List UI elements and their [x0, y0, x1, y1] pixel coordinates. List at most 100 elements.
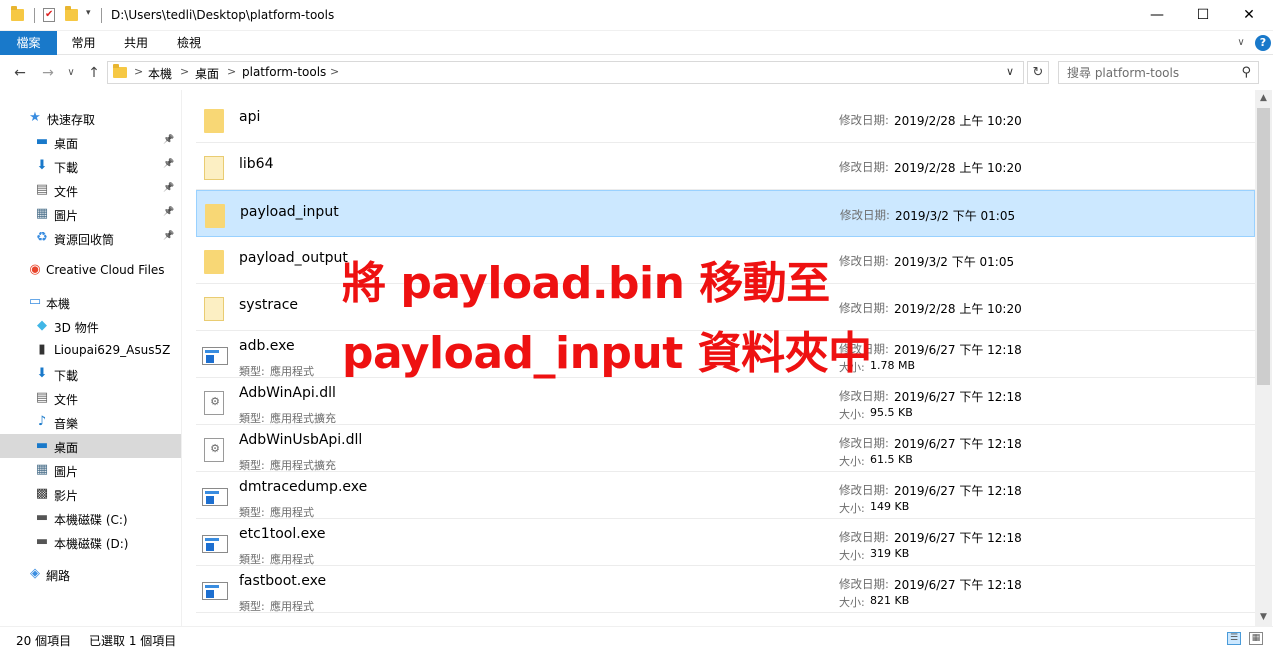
sidebar-item-label: 文件	[54, 185, 79, 199]
navigation-pane: ★ 快速存取 ▬ 桌面 📌 ⬇ 下載 📌 ▤ 文件 📌 ▦ 圖片 📌 ♻ 資源回收筒 📌 ◉ Creative Cl…	[0, 90, 181, 626]
file-type-value: 應用程式擴充	[270, 459, 336, 472]
file-row[interactable]: payload_input 修改日期: 2019/3/2 下午 01:05	[196, 190, 1255, 237]
sidebar-item-label: 本機磁碟 (D:)	[54, 537, 129, 551]
sidebar-item[interactable]: ◉ Creative Cloud Files	[0, 258, 181, 282]
sidebar-item[interactable]: ▤ 文件 📌	[0, 178, 181, 202]
refresh-button[interactable]: ↻	[1027, 61, 1049, 84]
scroll-thumb[interactable]	[1257, 108, 1270, 385]
breadcrumb-desktop[interactable]: 桌面	[195, 65, 219, 82]
file-row[interactable]: lib64 修改日期: 2019/2/28 上午 10:20	[196, 143, 1255, 190]
file-size-label: 大小:	[839, 502, 865, 515]
sidebar-item[interactable]: ▤ 文件	[0, 386, 181, 410]
sidebar-item[interactable]: ⬇ 下載	[0, 362, 181, 386]
tab-view[interactable]: 檢視	[162, 31, 216, 55]
back-button[interactable]: ←	[10, 65, 30, 81]
breadcrumb-separator[interactable]: >	[180, 65, 189, 78]
pin-icon[interactable]: 📌	[163, 207, 174, 217]
file-name: systrace	[239, 297, 299, 313]
quick-access-dropdown-icon[interactable]: ▾	[86, 8, 91, 18]
large-icons-view-button[interactable]: ▦	[1249, 632, 1263, 645]
file-size-label: 大小:	[839, 596, 865, 609]
file-row[interactable]: ⚙ AdbWinUsbApi.dll 修改日期: 2019/6/27 下午 12:18…	[196, 425, 1255, 472]
pin-icon[interactable]: 📌	[163, 159, 174, 169]
sidebar-item-label: 快速存取	[47, 113, 96, 127]
sidebar-item[interactable]: ▬ 本機磁碟 (C:)	[0, 506, 181, 530]
address-history-dropdown-icon[interactable]: ∨	[1006, 65, 1014, 78]
close-button[interactable]: ✕	[1226, 0, 1272, 31]
annotation-line-2: payload_input 資料夾中	[342, 328, 872, 379]
breadcrumb-separator[interactable]: >	[227, 65, 236, 78]
search-box[interactable]: ⚲	[1058, 61, 1259, 84]
file-name: payload_input	[240, 204, 339, 220]
file-size-label: 大小:	[839, 408, 865, 421]
pane-divider[interactable]	[181, 90, 182, 626]
pin-icon[interactable]: 📌	[163, 231, 174, 241]
breadcrumb-separator[interactable]: >	[134, 65, 143, 78]
file-size-value: 95.5 KB	[870, 406, 913, 419]
sidebar-item-label: 下載	[54, 161, 79, 175]
title-separator-2	[101, 8, 102, 23]
file-row[interactable]: dmtracedump.exe 修改日期: 2019/6/27 下午 12:18 類型…	[196, 472, 1255, 519]
sidebar-item-label: 3D 物件	[54, 321, 99, 335]
pictures-icon: ▦	[35, 462, 49, 477]
sidebar-item[interactable]: ⬇ 下載 📌	[0, 154, 181, 178]
file-name: AdbWinUsbApi.dll	[239, 432, 363, 448]
sidebar-item[interactable]: ◆ 3D 物件	[0, 314, 181, 338]
address-bar[interactable]: > 本機 > 桌面 > platform-tools > ∨	[107, 61, 1024, 84]
tab-share[interactable]: 共用	[110, 31, 162, 55]
scroll-up-button[interactable]: ▲	[1255, 90, 1272, 107]
videos-icon: ▩	[35, 486, 49, 501]
help-icon[interactable]: ?	[1255, 35, 1271, 51]
new-folder-icon[interactable]	[65, 6, 78, 21]
pin-icon[interactable]: 📌	[163, 135, 174, 145]
tab-file[interactable]: 檔案	[0, 31, 57, 55]
sidebar-item[interactable]: ▬ 桌面 📌	[0, 130, 181, 154]
file-row[interactable]: fastboot.exe 修改日期: 2019/6/27 下午 12:18 類型: 應用…	[196, 566, 1255, 613]
date-modified-value: 2019/2/28 上午 10:20	[894, 161, 1022, 175]
file-type-value: 應用程式	[270, 506, 314, 519]
sidebar-item[interactable]: ▭ 本機	[0, 290, 181, 314]
details-view-button[interactable]: ☰	[1227, 632, 1241, 645]
properties-icon[interactable]: ✔	[43, 8, 55, 22]
file-row[interactable]: etc1tool.exe 修改日期: 2019/6/27 下午 12:18 類型: 應用…	[196, 519, 1255, 566]
search-input[interactable]	[1067, 65, 1237, 80]
sidebar-item[interactable]: ◈ 網路	[0, 562, 181, 586]
ribbon-collapse-icon[interactable]: ∨	[1234, 35, 1248, 51]
maximize-button[interactable]: ☐	[1180, 0, 1226, 31]
search-icon[interactable]: ⚲	[1241, 65, 1251, 80]
folder-icon	[205, 204, 225, 228]
breadcrumb-separator[interactable]: >	[330, 65, 339, 78]
breadcrumb-platform-tools[interactable]: platform-tools	[242, 65, 326, 79]
sidebar-item[interactable]: ▦ 圖片	[0, 458, 181, 482]
recent-locations-button[interactable]: ∨	[64, 65, 78, 81]
window-title: D:\Users\tedli\Desktop\platform-tools	[111, 8, 335, 22]
date-modified-value: 2019/6/27 下午 12:18	[894, 578, 1022, 592]
forward-button[interactable]: →	[38, 65, 58, 81]
sidebar-item[interactable]: ▦ 圖片 📌	[0, 202, 181, 226]
file-type-label: 類型:	[239, 553, 265, 566]
sidebar-item[interactable]: ▬ 桌面	[0, 434, 181, 458]
pin-icon[interactable]: 📌	[163, 183, 174, 193]
creative-cloud-icon: ◉	[29, 262, 41, 277]
file-row[interactable]: ⚙ AdbWinApi.dll 修改日期: 2019/6/27 下午 12:18 類型:…	[196, 378, 1255, 425]
sidebar-item[interactable]: ▮ Lioupai629_Asus5Z	[0, 338, 181, 362]
tab-home[interactable]: 常用	[57, 31, 110, 55]
vertical-scrollbar[interactable]: ▲ ▼	[1255, 90, 1272, 626]
folder-app-icon[interactable]	[11, 6, 24, 21]
breadcrumb-this-pc[interactable]: 本機	[148, 65, 172, 82]
date-modified-label: 修改日期:	[839, 577, 889, 591]
file-size-value: 149 KB	[870, 500, 910, 513]
sidebar-item[interactable]: ♪ 音樂	[0, 410, 181, 434]
date-modified-value: 2019/3/2 下午 01:05	[895, 209, 1016, 223]
file-name: payload_output	[239, 250, 348, 266]
sidebar-item[interactable]: ♻ 資源回收筒 📌	[0, 226, 181, 250]
scroll-down-button[interactable]: ▼	[1255, 609, 1272, 626]
minimize-button[interactable]: —	[1134, 0, 1180, 31]
drive-c-icon: ▬	[35, 510, 49, 525]
file-row[interactable]: api 修改日期: 2019/2/28 上午 10:20	[196, 96, 1255, 143]
sidebar-item[interactable]: ▬ 本機磁碟 (D:)	[0, 530, 181, 554]
folder-icon	[204, 109, 224, 133]
up-button[interactable]: ↑	[84, 65, 104, 81]
sidebar-item[interactable]: ★ 快速存取	[0, 106, 181, 130]
sidebar-item[interactable]: ▩ 影片	[0, 482, 181, 506]
